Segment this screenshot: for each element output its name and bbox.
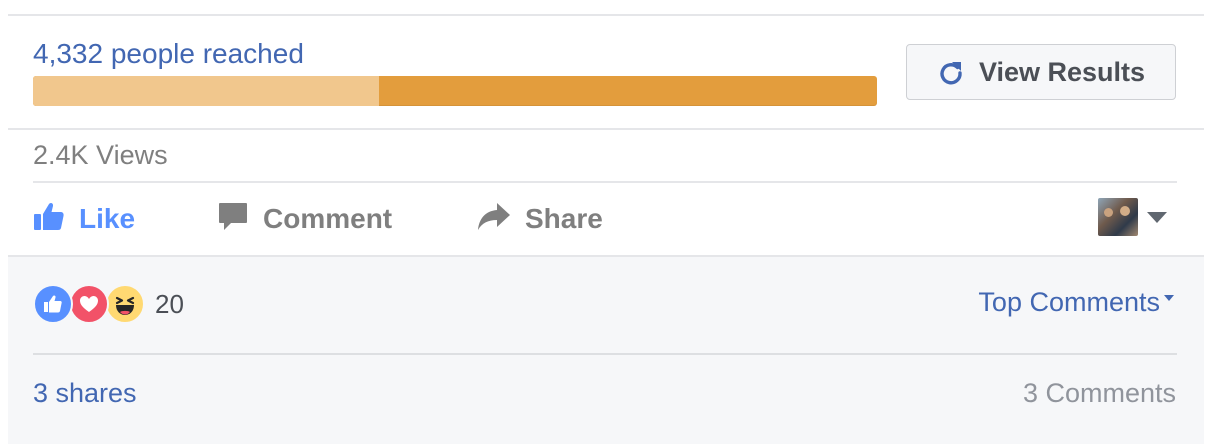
comments-count-link[interactable]: 3 Comments bbox=[1023, 378, 1176, 409]
people-reached-link[interactable]: 4,332 people reached bbox=[33, 38, 304, 70]
share-button[interactable]: Share bbox=[477, 197, 603, 241]
share-arrow-icon bbox=[477, 200, 511, 239]
top-divider bbox=[8, 14, 1204, 16]
comment-sort-dropdown[interactable]: Top Comments bbox=[978, 287, 1174, 318]
reach-progress-bar bbox=[33, 76, 877, 106]
caret-down-icon bbox=[1164, 295, 1174, 301]
love-reaction-icon bbox=[69, 284, 109, 324]
panel-divider bbox=[33, 353, 1177, 355]
comment-icon bbox=[217, 200, 249, 239]
reach-progress-fill bbox=[33, 76, 380, 106]
share-label: Share bbox=[525, 203, 603, 234]
section-divider bbox=[8, 128, 1204, 130]
view-results-button[interactable]: View Results bbox=[906, 44, 1176, 100]
like-button[interactable]: Like bbox=[33, 197, 135, 241]
engagement-panel: 20 Top Comments 3 shares 3 Comments bbox=[8, 255, 1204, 444]
profile-avatar[interactable] bbox=[1098, 198, 1138, 236]
like-label: Like bbox=[79, 203, 136, 234]
haha-reaction-icon bbox=[105, 284, 145, 324]
comment-label: Comment bbox=[263, 203, 393, 234]
chevron-down-icon[interactable] bbox=[1147, 212, 1167, 223]
thumbs-up-icon bbox=[33, 200, 65, 239]
view-results-label: View Results bbox=[978, 56, 1146, 87]
like-reaction-icon bbox=[33, 284, 73, 324]
comment-button[interactable]: Comment bbox=[217, 197, 392, 241]
shares-link[interactable]: 3 shares bbox=[33, 378, 137, 409]
comment-sort-label: Top Comments bbox=[978, 287, 1160, 317]
reaction-count: 20 bbox=[155, 288, 184, 319]
views-count: 2.4K Views bbox=[33, 140, 168, 170]
reactions-summary[interactable]: 20 bbox=[33, 283, 184, 325]
refresh-icon bbox=[937, 58, 965, 86]
views-divider bbox=[33, 181, 1177, 183]
